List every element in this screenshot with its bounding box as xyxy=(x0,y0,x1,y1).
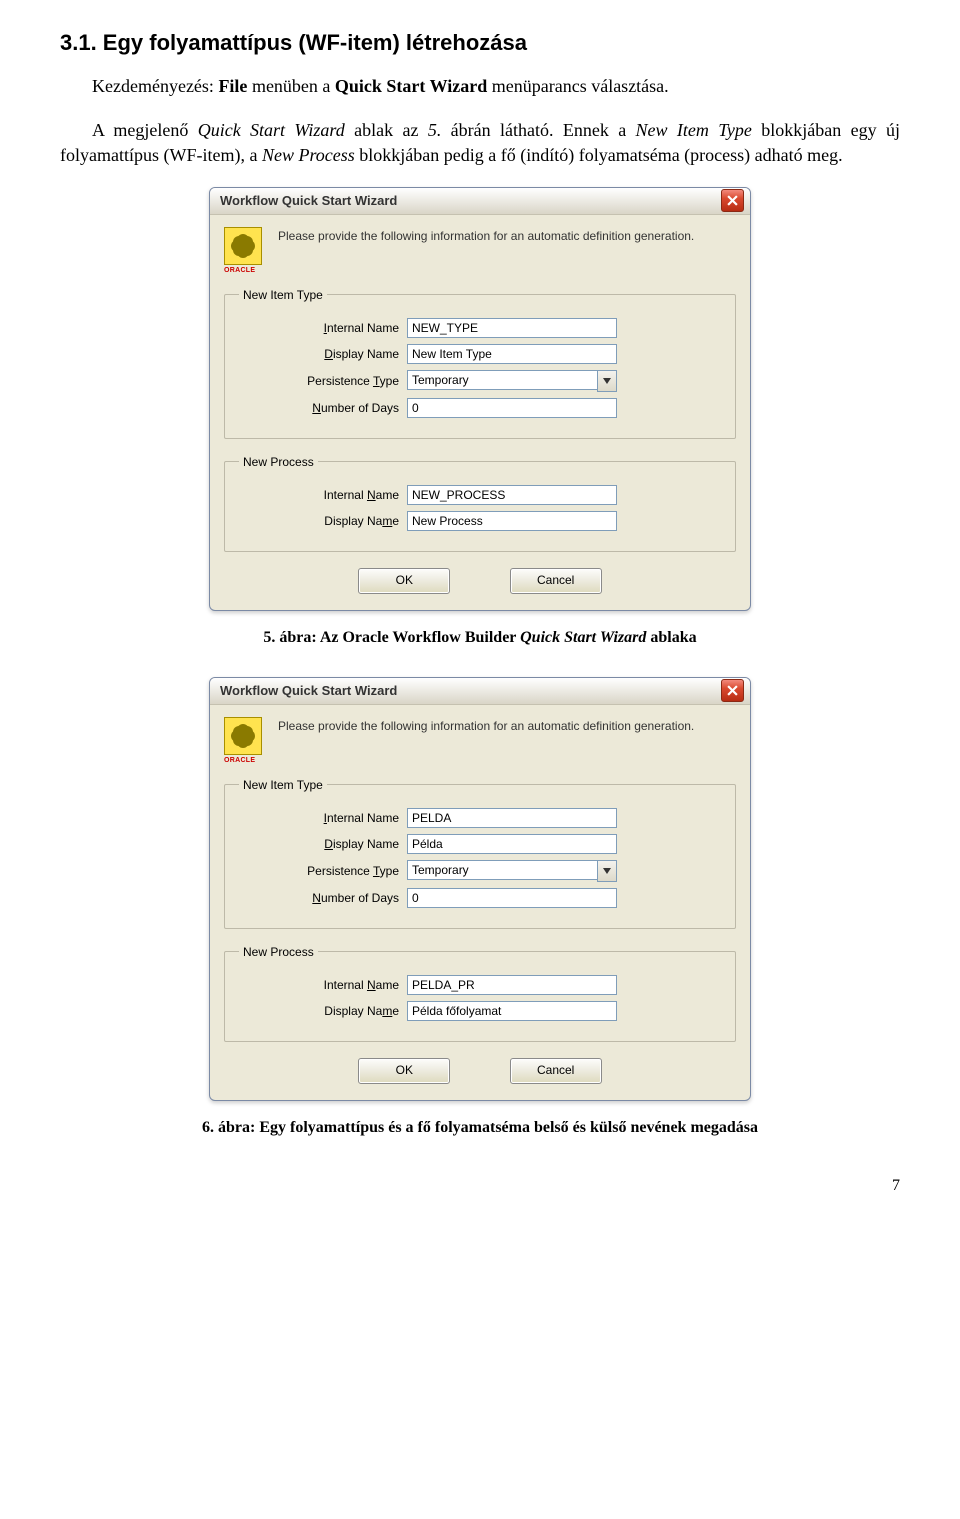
label-number-of-days: Number of Days xyxy=(239,401,399,415)
input-number-of-days[interactable] xyxy=(407,398,617,418)
text-italic: New Process xyxy=(262,145,355,165)
input-item-display-name[interactable] xyxy=(407,834,617,854)
close-button[interactable] xyxy=(721,679,744,702)
ok-button[interactable]: OK xyxy=(358,1058,450,1084)
input-process-display-name[interactable] xyxy=(407,511,617,531)
text: Kezdeményezés: xyxy=(92,76,218,96)
label-internal-name: Internal Name xyxy=(239,321,399,335)
input-process-display-name[interactable] xyxy=(407,1001,617,1021)
wizard-gear-icon xyxy=(224,227,262,265)
paragraph-2: A megjelenő Quick Start Wizard ablak az … xyxy=(60,118,900,167)
label-process-display-name: Display Name xyxy=(239,514,399,528)
text: blokkjában pedig a fő (indító) folyamats… xyxy=(355,145,843,165)
group-new-process: New Process Internal Name Display Name xyxy=(224,455,736,552)
label-persistence-type: Persistence Type xyxy=(239,374,399,388)
chevron-down-icon xyxy=(603,378,611,384)
text-italic: Quick Start Wizard xyxy=(520,629,646,646)
legend-new-process: New Process xyxy=(239,455,318,469)
text-bold: Quick Start Wizard xyxy=(335,76,487,96)
text: ablak az xyxy=(345,120,428,140)
label-process-display-name: Display Name xyxy=(239,1004,399,1018)
label-process-internal-name: Internal Name xyxy=(239,978,399,992)
input-item-display-name[interactable] xyxy=(407,344,617,364)
close-icon xyxy=(727,195,738,206)
dialog-title: Workflow Quick Start Wizard xyxy=(216,193,721,208)
label-internal-name: Internal Name xyxy=(239,811,399,825)
dialog-title: Workflow Quick Start Wizard xyxy=(216,683,721,698)
chevron-down-icon xyxy=(603,868,611,874)
dialog-intro-text: Please provide the following information… xyxy=(278,717,694,735)
text: menüparancs választása. xyxy=(487,76,668,96)
figure-6-caption: 6. ábra: Egy folyamattípus és a fő folya… xyxy=(60,1119,900,1137)
input-process-internal-name[interactable] xyxy=(407,485,617,505)
text-italic: New Item Type xyxy=(636,120,752,140)
legend-new-item-type: New Item Type xyxy=(239,778,327,792)
group-new-item-type: New Item Type Internal Name Display Name… xyxy=(224,778,736,929)
group-new-process: New Process Internal Name Display Name xyxy=(224,945,736,1042)
input-item-internal-name[interactable] xyxy=(407,318,617,338)
dialog-quick-start-wizard-2: Workflow Quick Start Wizard ORACLE Pleas… xyxy=(209,677,751,1101)
combo-dropdown-button[interactable] xyxy=(597,370,617,392)
dialog-titlebar: Workflow Quick Start Wizard xyxy=(210,678,750,705)
combo-dropdown-button[interactable] xyxy=(597,860,617,882)
paragraph-1: Kezdeményezés: File menüben a Quick Star… xyxy=(60,74,900,98)
figure-5-caption: 5. ábra: Az Oracle Workflow Builder Quic… xyxy=(60,629,900,647)
label-process-internal-name: Internal Name xyxy=(239,488,399,502)
dialog-quick-start-wizard-1: Workflow Quick Start Wizard ORACLE Pleas… xyxy=(209,187,751,611)
text-italic: 5. xyxy=(428,120,442,140)
text-bold: File xyxy=(218,76,247,96)
dialog-intro-text: Please provide the following information… xyxy=(278,227,694,245)
text: A megjelenő xyxy=(92,120,198,140)
cancel-button[interactable]: Cancel xyxy=(510,568,602,594)
text-italic: Quick Start Wizard xyxy=(198,120,345,140)
wizard-gear-icon xyxy=(224,717,262,755)
cancel-button[interactable]: Cancel xyxy=(510,1058,602,1084)
label-persistence-type: Persistence Type xyxy=(239,864,399,878)
input-item-internal-name[interactable] xyxy=(407,808,617,828)
label-display-name: Display Name xyxy=(239,347,399,361)
legend-new-process: New Process xyxy=(239,945,318,959)
legend-new-item-type: New Item Type xyxy=(239,288,327,302)
close-icon xyxy=(727,685,738,696)
label-number-of-days: Number of Days xyxy=(239,891,399,905)
oracle-label: ORACLE xyxy=(224,757,278,764)
group-new-item-type: New Item Type Internal Name Display Name… xyxy=(224,288,736,439)
page-number: 7 xyxy=(60,1177,900,1195)
text: 5. ábra: Az Oracle Workflow Builder xyxy=(263,629,520,646)
section-heading: 3.1. Egy folyamattípus (WF-item) létreho… xyxy=(60,30,900,56)
text: ablaka xyxy=(646,629,696,646)
close-button[interactable] xyxy=(721,189,744,212)
dialog-titlebar: Workflow Quick Start Wizard xyxy=(210,188,750,215)
input-process-internal-name[interactable] xyxy=(407,975,617,995)
input-number-of-days[interactable] xyxy=(407,888,617,908)
oracle-label: ORACLE xyxy=(224,267,278,274)
combo-persistence-type[interactable] xyxy=(407,370,597,390)
text: menüben a xyxy=(247,76,334,96)
text: ábrán látható. Ennek a xyxy=(441,120,635,140)
combo-persistence-type[interactable] xyxy=(407,860,597,880)
label-display-name: Display Name xyxy=(239,837,399,851)
ok-button[interactable]: OK xyxy=(358,568,450,594)
